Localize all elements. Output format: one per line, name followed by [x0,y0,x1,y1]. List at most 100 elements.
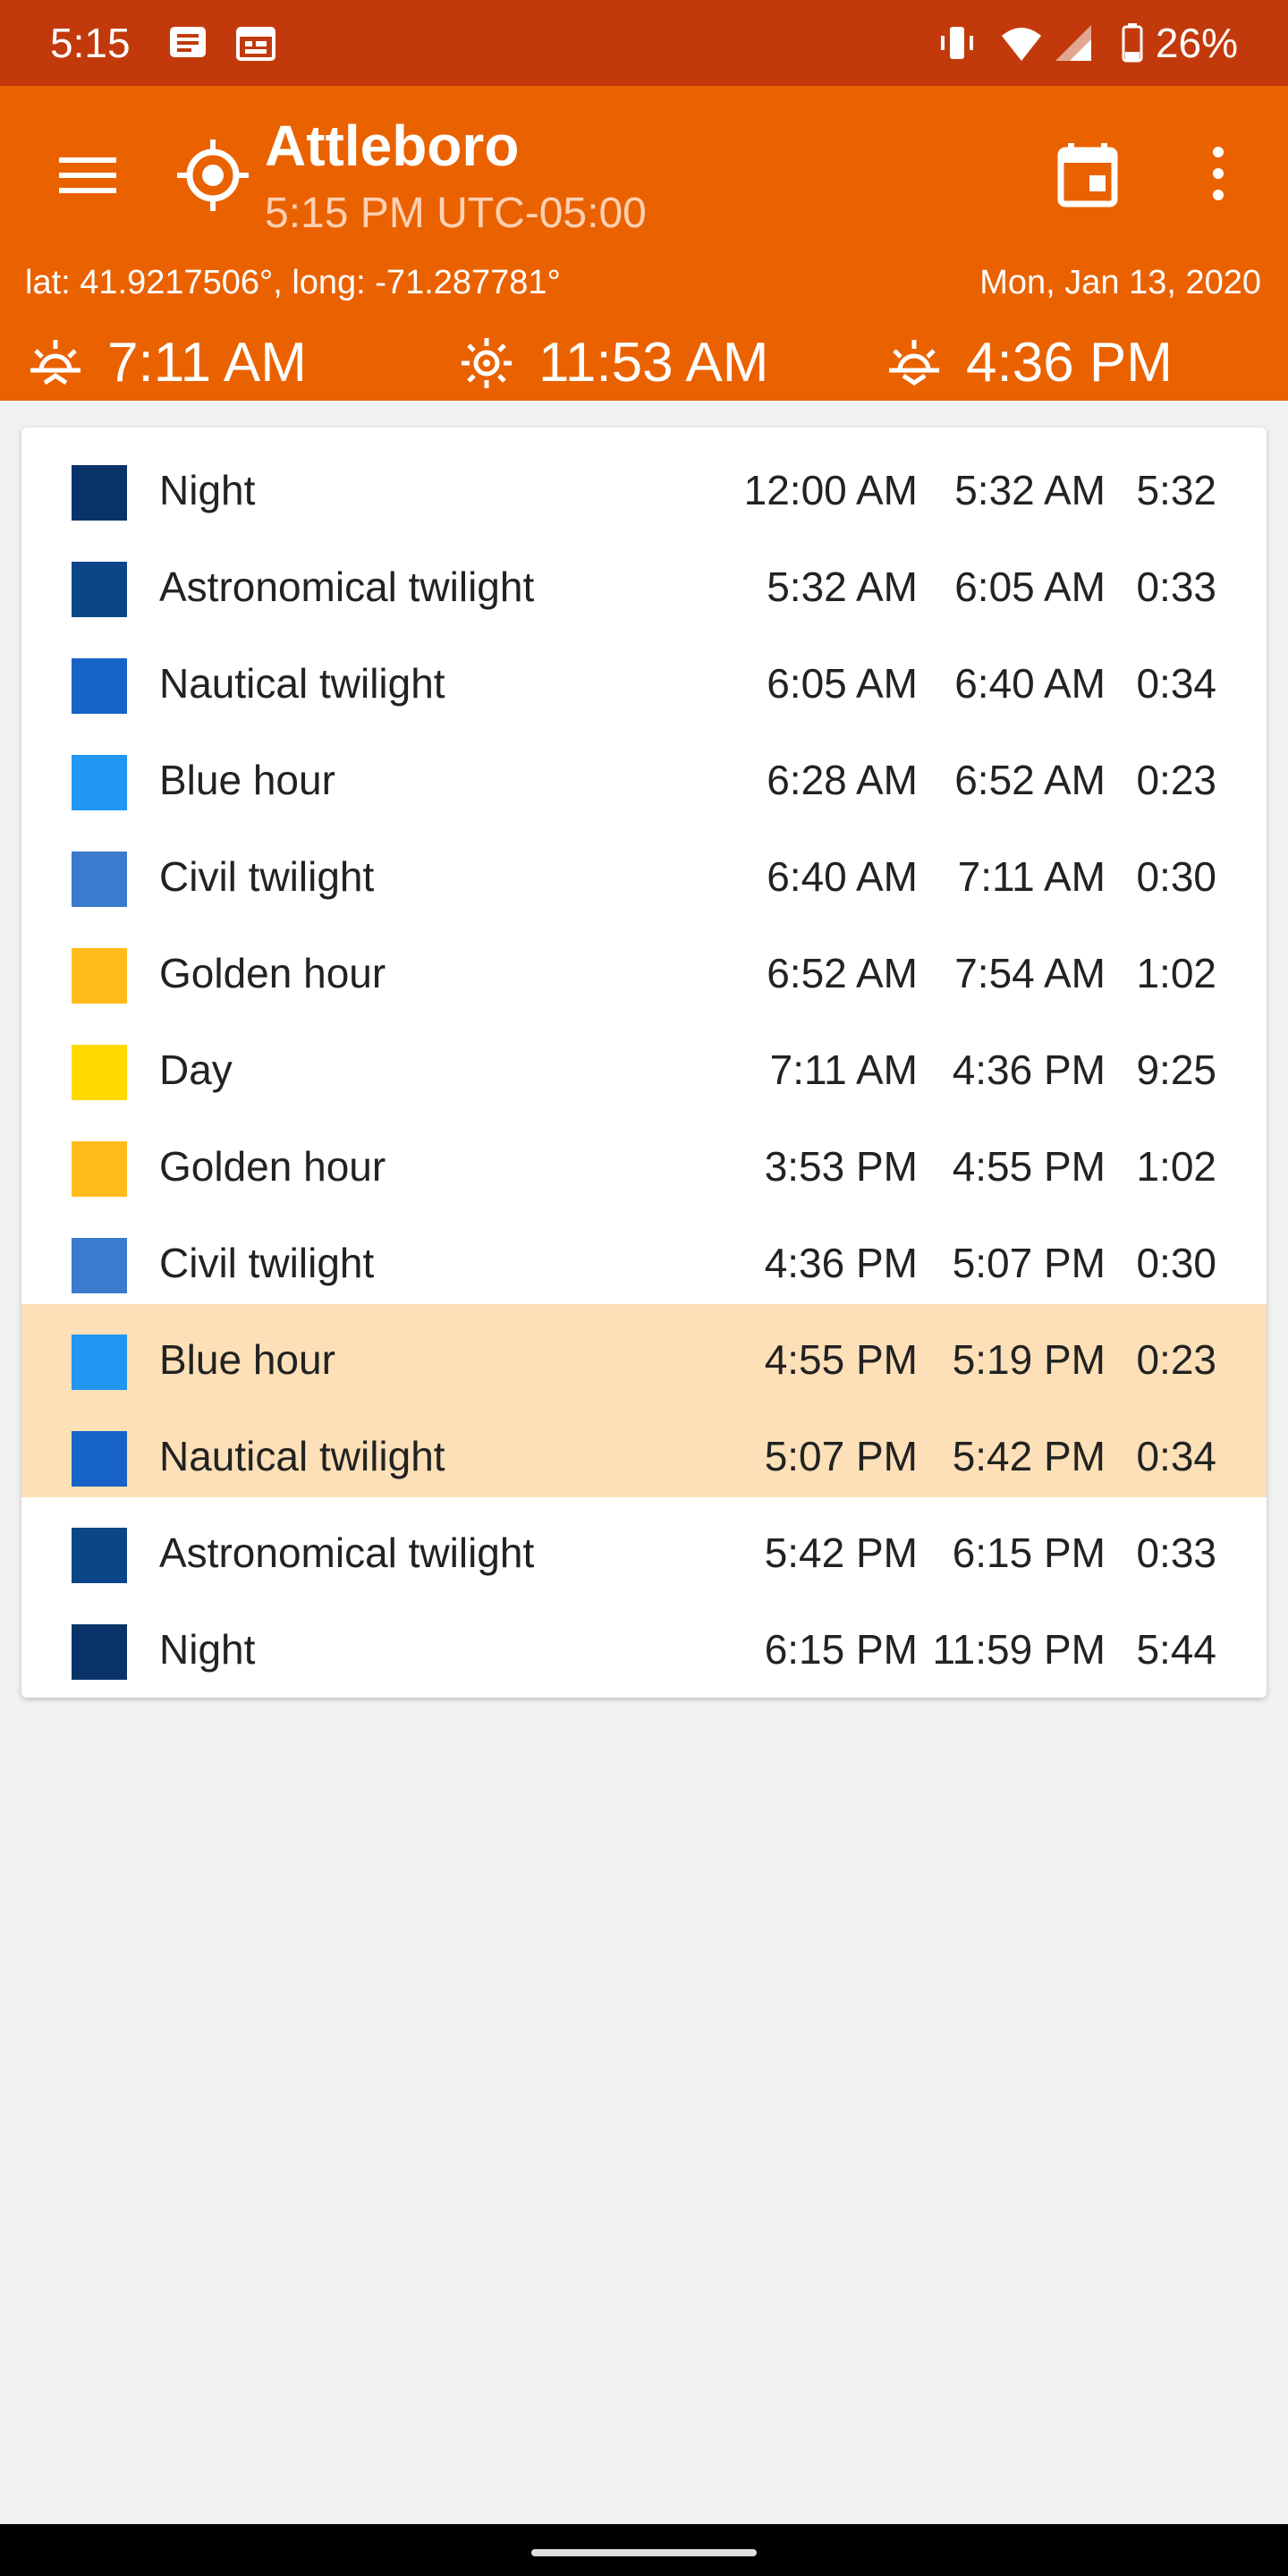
start-time: 7:11 AM [769,1046,918,1093]
start-time: 5:32 AM [767,564,918,610]
duration: 0:33 [1136,564,1216,610]
end-time: 5:32 AM [954,467,1106,513]
color-swatch [72,1528,127,1583]
phase-label: Astronomical twilight [159,564,535,610]
sunrise-icon [30,340,80,386]
end-time: 5:42 PM [952,1433,1106,1479]
date-label[interactable]: Mon, Jan 13, 2020 [979,263,1261,302]
list-item[interactable]: Day 7:11 AM 4:36 PM 9:25 [21,1014,1267,1111]
start-time: 4:36 PM [764,1240,918,1286]
app-bar: Attleboro 5:15 PM UTC-05:00 lat: 41.9217… [0,86,1288,401]
duration: 1:02 [1136,950,1216,996]
end-time: 4:55 PM [952,1143,1106,1190]
color-swatch [72,755,127,810]
list-item[interactable]: Blue hour 6:28 AM 6:52 AM 0:23 [21,724,1267,821]
end-time: 7:54 AM [954,950,1106,996]
home-gesture-handle[interactable] [531,2549,757,2556]
list-item[interactable]: Golden hour 6:52 AM 7:54 AM 1:02 [21,918,1267,1014]
phase-label: Civil twilight [159,853,375,900]
color-swatch [72,465,127,521]
more-options-button[interactable] [1190,138,1247,209]
color-swatch [72,1045,127,1100]
local-time-subtitle: 5:15 PM UTC-05:00 [265,190,647,237]
location-title[interactable]: Attleboro [265,113,519,179]
duration: 0:23 [1136,1336,1216,1383]
start-time: 6:52 AM [767,950,918,996]
menu-button[interactable] [52,148,123,202]
start-time: 12:00 AM [743,467,918,513]
duration: 0:34 [1136,1433,1216,1479]
calendar-button[interactable] [1052,138,1123,209]
start-time: 6:28 AM [767,757,918,803]
start-time: 6:05 AM [767,660,918,707]
sunrise-time: 7:11 AM [107,332,307,394]
end-time: 6:05 AM [954,564,1106,610]
phase-label: Golden hour [159,1143,386,1190]
sunset-item: 4:36 PM [886,327,1173,399]
wifi-icon [1000,21,1043,64]
color-swatch [72,562,127,617]
list-item[interactable]: Nautical twilight 5:07 PM 5:42 PM 0:34 [21,1401,1267,1497]
sunset-time: 4:36 PM [966,332,1173,394]
color-swatch [72,1238,127,1293]
coordinates-label: lat: 41.9217506°, long: -71.287781° [25,264,561,301]
end-time: 5:07 PM [952,1240,1106,1286]
list-item[interactable]: Astronomical twilight 5:32 AM 6:05 AM 0:33 [21,531,1267,628]
color-swatch [72,852,127,907]
list-item[interactable]: Civil twilight 6:40 AM 7:11 AM 0:30 [21,821,1267,918]
start-time: 6:15 PM [764,1626,918,1673]
list-item[interactable]: Night 6:15 PM 11:59 PM 5:44 [21,1594,1267,1690]
duration: 9:25 [1136,1046,1216,1093]
phase-label: Blue hour [159,757,335,803]
end-time: 11:59 PM [932,1626,1106,1673]
color-swatch [72,1431,127,1487]
battery-percentage: 26% [1155,20,1238,66]
start-time: 4:55 PM [764,1336,918,1383]
sun-icon [462,338,512,388]
calendar-icon [1057,143,1118,208]
phase-label: Day [159,1046,233,1093]
battery-icon [1111,21,1154,64]
duration: 5:44 [1136,1626,1216,1673]
vibrate-icon [936,21,979,64]
list-item[interactable]: Civil twilight 4:36 PM 5:07 PM 0:30 [21,1208,1267,1304]
end-time: 5:19 PM [952,1336,1106,1383]
start-time: 6:40 AM [767,853,918,900]
end-time: 4:36 PM [952,1046,1106,1093]
location-icon[interactable] [175,138,250,213]
noon-item: 11:53 AM [458,327,768,399]
duration: 0:30 [1136,1240,1216,1286]
list-item[interactable]: Nautical twilight 6:05 AM 6:40 AM 0:34 [21,628,1267,724]
phase-label: Nautical twilight [159,1433,445,1479]
navigation-bar [0,2524,1288,2576]
status-bar: 5:15 26% [0,0,1288,86]
duration: 0:34 [1136,660,1216,707]
start-time: 5:07 PM [764,1433,918,1479]
phase-label: Night [159,467,256,513]
color-swatch [72,1624,127,1680]
noon-time: 11:53 AM [538,332,769,394]
message-icon [166,21,209,64]
color-swatch [72,948,127,1004]
list-item[interactable]: Astronomical twilight 5:42 PM 6:15 PM 0:33 [21,1497,1267,1594]
sunrise-item: 7:11 AM [27,327,307,399]
end-time: 7:11 AM [957,853,1106,900]
color-swatch [72,1141,127,1197]
end-time: 6:15 PM [952,1530,1106,1576]
phase-label: Nautical twilight [159,660,445,707]
more-vert-icon [1213,147,1224,200]
color-swatch [72,1335,127,1390]
phase-label: Astronomical twilight [159,1530,535,1576]
list-item[interactable]: Night 12:00 AM 5:32 AM 5:32 [21,435,1267,531]
duration: 0:33 [1136,1530,1216,1576]
phase-label: Night [159,1626,256,1673]
list-item[interactable]: Golden hour 3:53 PM 4:55 PM 1:02 [21,1111,1267,1208]
sunset-icon [889,340,939,386]
duration: 5:32 [1136,467,1216,513]
signal-icon [1052,21,1095,64]
start-time: 5:42 PM [764,1530,918,1576]
start-time: 3:53 PM [764,1143,918,1190]
status-time: 5:15 [50,20,131,66]
list-item[interactable]: Blue hour 4:55 PM 5:19 PM 0:23 [21,1304,1267,1401]
duration: 0:30 [1136,853,1216,900]
